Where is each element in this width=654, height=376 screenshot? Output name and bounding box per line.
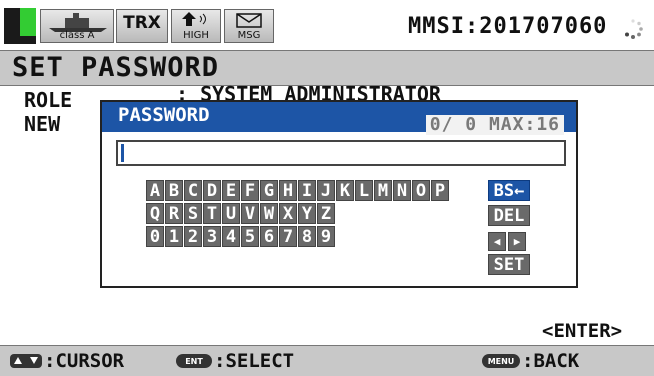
keyboard-row-digits: 0123456789 (146, 226, 335, 248)
enter-button[interactable]: <ENTER> (542, 320, 622, 342)
password-dialog: PASSWORD 0/ 0 MAX:16 ABCDEFGHIJKLMNOP QR… (100, 100, 578, 288)
high-power-indicator: HIGH (171, 9, 221, 43)
key-x[interactable]: X (279, 203, 297, 224)
dialog-title: PASSWORD (118, 104, 210, 126)
menu-key-icon: MENU (482, 354, 520, 368)
title-bar: SET PASSWORD (0, 50, 654, 86)
key-j[interactable]: J (317, 180, 335, 201)
trx-label: TRX (123, 13, 161, 33)
key-q[interactable]: Q (146, 203, 164, 224)
key-1[interactable]: 1 (165, 226, 183, 247)
ent-key-icon: ENT (176, 354, 212, 368)
key-9[interactable]: 9 (317, 226, 335, 247)
class-a-label: class A (59, 30, 95, 41)
right-arrow-key[interactable]: ▶ (508, 232, 526, 251)
character-counter: 0/ 0 MAX:16 (425, 115, 564, 135)
loading-spinner-icon (625, 19, 643, 39)
new-password-label: NEW (24, 112, 61, 136)
key-b[interactable]: B (165, 180, 183, 201)
key-f[interactable]: F (241, 180, 259, 201)
key-d[interactable]: D (203, 180, 221, 201)
key-v[interactable]: V (241, 203, 259, 224)
cursor-hint-label: :CURSOR (44, 350, 125, 372)
msg-label: MSG (237, 30, 261, 41)
key-0[interactable]: 0 (146, 226, 164, 247)
key-3[interactable]: 3 (203, 226, 221, 247)
key-m[interactable]: M (374, 180, 392, 201)
key-l[interactable]: L (355, 180, 373, 201)
cursor-keys-icon (10, 354, 42, 368)
key-r[interactable]: R (165, 203, 183, 224)
keyboard-row-letters-1: ABCDEFGHIJKLMNOP (146, 180, 449, 202)
key-a[interactable]: A (146, 180, 164, 201)
mmsi-display: MMSI:201707060 (408, 14, 608, 39)
key-s[interactable]: S (184, 203, 202, 224)
dialog-header: PASSWORD 0/ 0 MAX:16 (102, 102, 576, 135)
key-5[interactable]: 5 (241, 226, 259, 247)
status-bar: class A TRX HIGH MSG MMSI:201707060 (0, 0, 654, 50)
delete-key[interactable]: DEL (488, 205, 530, 226)
key-o[interactable]: O (412, 180, 430, 201)
key-8[interactable]: 8 (298, 226, 316, 247)
key-g[interactable]: G (260, 180, 278, 201)
up-arrow-icon (182, 12, 206, 26)
password-input[interactable] (116, 140, 566, 166)
back-hint: MENU :BACK (482, 350, 579, 372)
backspace-key[interactable]: BS← (488, 180, 530, 201)
cursor-hint: :CURSOR (10, 350, 124, 372)
text-cursor (121, 144, 124, 162)
key-u[interactable]: U (222, 203, 240, 224)
key-z[interactable]: Z (317, 203, 335, 224)
key-6[interactable]: 6 (260, 226, 278, 247)
trx-indicator: TRX (116, 9, 168, 43)
key-h[interactable]: H (279, 180, 297, 201)
role-label: ROLE (24, 88, 73, 112)
keyboard-row-letters-2: QRSTUVWXYZ (146, 203, 335, 225)
envelope-icon (236, 13, 262, 28)
key-t[interactable]: T (203, 203, 221, 224)
select-hint-label: :SELECT (214, 350, 295, 372)
key-w[interactable]: W (260, 203, 278, 224)
key-y[interactable]: Y (298, 203, 316, 224)
screen: class A TRX HIGH MSG MMSI:201707060 SET … (0, 0, 654, 376)
select-hint: ENT :SELECT (176, 350, 294, 372)
key-e[interactable]: E (222, 180, 240, 201)
key-n[interactable]: N (393, 180, 411, 201)
key-7[interactable]: 7 (279, 226, 297, 247)
key-k[interactable]: K (336, 180, 354, 201)
set-key[interactable]: SET (488, 254, 530, 275)
key-i[interactable]: I (298, 180, 316, 201)
message-indicator: MSG (224, 9, 274, 43)
left-arrow-key[interactable]: ◀ (488, 232, 506, 251)
key-p[interactable]: P (431, 180, 449, 201)
signal-strength-icon (4, 8, 36, 44)
bottom-bar: :CURSOR ENT :SELECT MENU :BACK (0, 345, 654, 376)
cursor-arrow-keys: ◀ ▶ (488, 232, 526, 251)
high-label: HIGH (183, 30, 209, 41)
key-4[interactable]: 4 (222, 226, 240, 247)
class-a-ship-icon: class A (40, 9, 114, 43)
key-2[interactable]: 2 (184, 226, 202, 247)
back-hint-label: :BACK (522, 350, 580, 372)
key-c[interactable]: C (184, 180, 202, 201)
page-title: SET PASSWORD (12, 52, 220, 83)
